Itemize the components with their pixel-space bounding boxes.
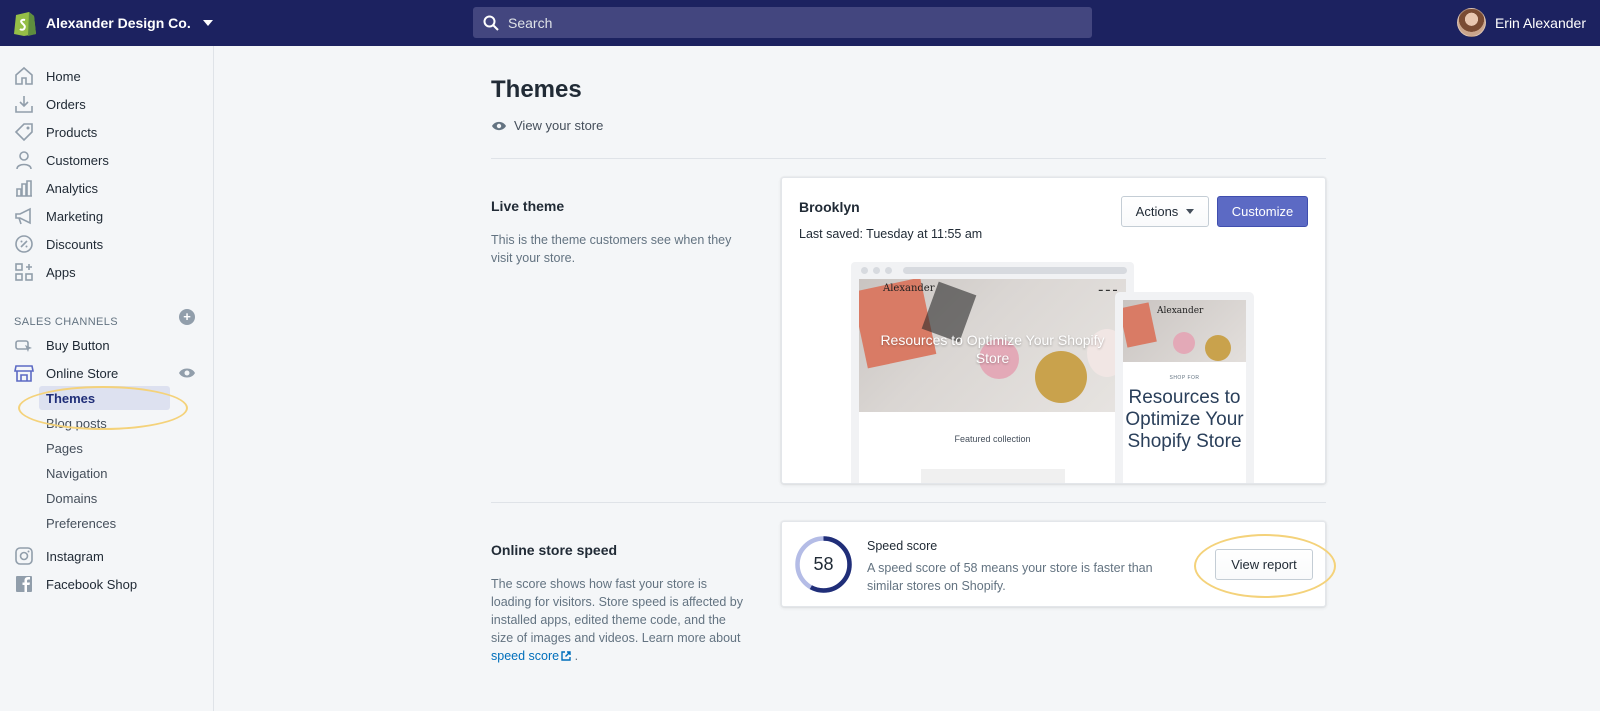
sidebar-subitem-preferences[interactable]: Preferences: [39, 511, 170, 535]
chevron-down-icon: [202, 20, 213, 26]
orders-icon: [14, 94, 34, 114]
sidebar-item-orders[interactable]: Orders: [0, 90, 214, 118]
preview-hero-text: Resources to Optimize Your Shopify Store: [880, 332, 1105, 366]
window-dot: [861, 267, 868, 274]
avatar: [1456, 8, 1486, 37]
mobile-hero-text: Resources to Optimize Your Shopify Store: [1125, 387, 1244, 452]
add-channel-button[interactable]: +: [179, 309, 195, 325]
search-input[interactable]: Search: [473, 7, 1092, 38]
mobile-hero-image: Alexander: [1123, 300, 1246, 362]
sidebar-item-customers[interactable]: Customers: [0, 146, 214, 174]
sidebar-subitem-domains[interactable]: Domains: [39, 486, 170, 510]
speed-score-link[interactable]: speed score: [491, 649, 571, 663]
sidebar-item-discounts[interactable]: Discounts: [0, 230, 214, 258]
top-bar: Alexander Design Co. Search Erin Alexand…: [0, 0, 1600, 46]
sidebar-subitem-pages[interactable]: Pages: [39, 436, 170, 460]
sidebar-item-instagram[interactable]: Instagram: [0, 542, 214, 570]
speed-score-card: 58 Speed score A speed score of 58 means…: [781, 521, 1326, 607]
desktop-preview: Alexander ▬ ▬ ▬ Resources to Optimize Yo…: [851, 262, 1134, 483]
store-name: Alexander Design Co.: [46, 15, 191, 31]
view-report-button[interactable]: View report: [1215, 549, 1313, 580]
facebook-icon: [14, 574, 34, 594]
speed-card-title: Speed score: [867, 539, 938, 553]
tag-icon: [14, 122, 34, 142]
sidebar-item-buy-button[interactable]: Buy Button: [0, 331, 214, 359]
sidebar-subitem-blog-posts[interactable]: Blog posts: [39, 411, 170, 435]
user-menu[interactable]: Erin Alexander: [1456, 8, 1586, 37]
sidebar-subitem-navigation[interactable]: Navigation: [39, 461, 170, 485]
megaphone-icon: [14, 206, 34, 226]
eye-icon[interactable]: [178, 366, 196, 380]
page-title: Themes: [491, 76, 582, 103]
speed-card-description: A speed score of 58 means your store is …: [867, 561, 1153, 593]
view-store-link[interactable]: View your store: [491, 118, 603, 133]
sidebar-item-apps[interactable]: Apps: [0, 258, 214, 286]
chevron-down-icon: [1186, 209, 1195, 214]
mobile-shop-for: SHOP FOR: [1169, 375, 1200, 381]
speed-score-value: 58: [813, 554, 834, 574]
search-icon: [483, 15, 499, 31]
live-theme-card: Brooklyn Last saved: Tuesday at 11:55 am…: [781, 177, 1326, 484]
search-placeholder: Search: [508, 14, 553, 31]
sidebar-subitem-themes[interactable]: Themes: [39, 386, 170, 410]
browser-bar: [851, 262, 1134, 278]
actions-label: Actions: [1135, 204, 1179, 219]
window-dot: [873, 267, 880, 274]
user-name: Erin Alexander: [1494, 14, 1586, 31]
divider: [491, 158, 1326, 159]
sidebar: Home Orders Products Customers Analytics…: [0, 46, 214, 711]
bar-chart-icon: [14, 178, 34, 198]
speed-title: Online store speed: [491, 542, 618, 558]
discount-icon: [14, 234, 34, 254]
mobile-preview-brand: Alexander: [1157, 306, 1204, 316]
instagram-icon: [14, 546, 34, 566]
divider: [491, 502, 1326, 503]
url-bar: [903, 267, 1127, 274]
buy-button-icon: [14, 335, 34, 355]
window-dot: [885, 267, 892, 274]
sidebar-item-facebook-shop[interactable]: Facebook Shop: [0, 570, 214, 598]
shopify-logo-icon: [14, 12, 36, 36]
desktop-screen: Alexander ▬ ▬ ▬ Resources to Optimize Yo…: [859, 279, 1126, 483]
live-theme-title: Live theme: [491, 198, 565, 214]
sidebar-item-analytics[interactable]: Analytics: [0, 174, 214, 202]
preview-nav: ▬ ▬ ▬: [1098, 287, 1118, 292]
sales-channels-heading: SALES CHANNELS: [14, 316, 119, 328]
store-switcher[interactable]: Alexander Design Co.: [12, 8, 213, 38]
eye-icon: [492, 121, 506, 130]
theme-last-saved: Last saved: Tuesday at 11:55 am: [799, 227, 983, 241]
preview-featured: Featured collection: [954, 434, 1031, 444]
store-icon: [14, 363, 34, 383]
person-icon: [14, 150, 34, 170]
customize-button[interactable]: Customize: [1217, 196, 1308, 227]
speed-description: The score shows how fast your store is l…: [491, 577, 743, 663]
theme-name: Brooklyn: [799, 199, 860, 215]
apps-icon: [14, 262, 34, 282]
sidebar-item-home[interactable]: Home: [0, 62, 214, 90]
preview-placeholder: [921, 469, 1065, 483]
hero-image: Alexander ▬ ▬ ▬ Resources to Optimize Yo…: [859, 279, 1126, 412]
sidebar-item-marketing[interactable]: Marketing: [0, 202, 214, 230]
preview-brand: Alexander: [883, 283, 935, 294]
home-icon: [14, 66, 34, 86]
live-theme-description: This is the theme customers see when the…: [491, 233, 732, 265]
view-store-label: View your store: [514, 118, 604, 133]
external-link-icon: [561, 651, 571, 661]
actions-button[interactable]: Actions: [1121, 196, 1209, 227]
mobile-screen: Alexander SHOP FOR Resources to Optimize…: [1123, 300, 1246, 483]
sidebar-item-products[interactable]: Products: [0, 118, 214, 146]
mobile-preview: Alexander SHOP FOR Resources to Optimize…: [1115, 292, 1254, 483]
